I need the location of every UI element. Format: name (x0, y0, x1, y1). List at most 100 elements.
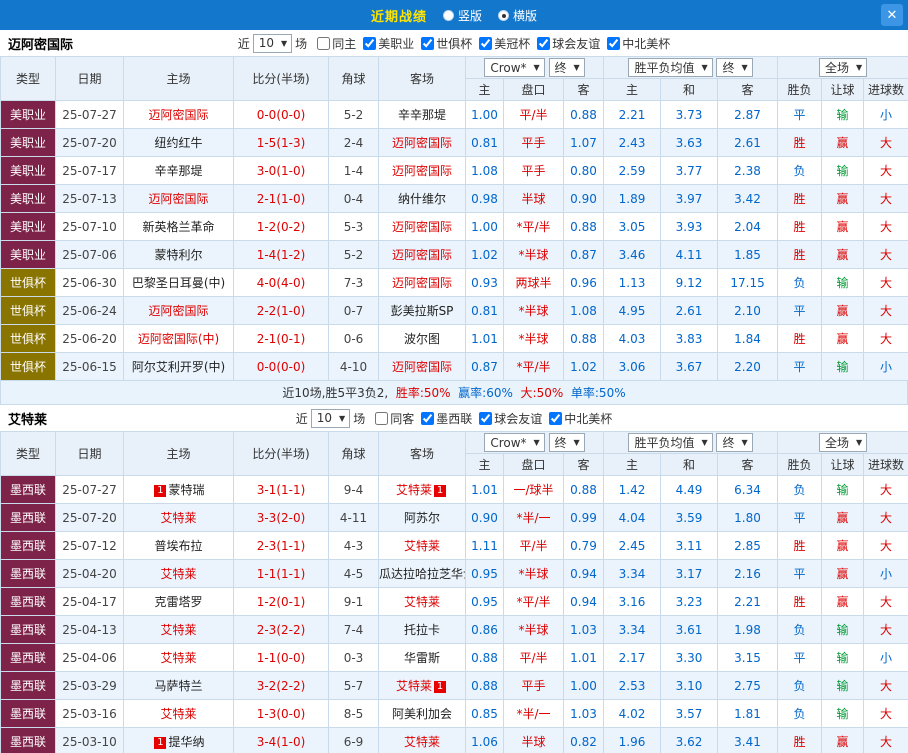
close-button[interactable]: ✕ (881, 4, 903, 26)
team-link[interactable]: 迈阿密国际 (392, 360, 452, 374)
team-link[interactable]: 蒙特利尔 (154, 248, 202, 262)
checkbox-icon[interactable] (375, 412, 388, 425)
match-scope-select[interactable]: 全场▼ (819, 58, 867, 77)
result-cell: 胜 (778, 728, 822, 753)
result-cell: 胜 (778, 129, 822, 157)
handicap-cell: 平手 (504, 129, 564, 157)
team-link[interactable]: 艾特莱 (160, 623, 196, 637)
layout-horizontal-option[interactable]: 横版 (498, 7, 537, 24)
checkbox-icon[interactable] (607, 37, 620, 50)
team-link[interactable]: 克雷塔罗 (154, 595, 202, 609)
home-team-cell: 1蒙特瑞 (124, 476, 234, 504)
games-count-select[interactable]: 10 ▼ (253, 34, 292, 53)
bookmaker-select[interactable]: Crow*▼ (484, 58, 544, 77)
checkbox-icon[interactable] (537, 37, 550, 50)
checkbox-icon[interactable] (363, 37, 376, 50)
handicap-stage-select[interactable]: 终▼ (549, 58, 585, 77)
team-link[interactable]: 纽约红牛 (154, 136, 202, 150)
bookmaker-select[interactable]: Crow*▼ (484, 433, 544, 452)
team-link[interactable]: 艾特莱 (396, 679, 432, 693)
filter-checkbox[interactable]: 球会友谊 (537, 35, 600, 52)
match-row: 墨西联25-04-06艾特莱1-1(0-0)0-3华雷斯0.88平/半1.012… (1, 644, 908, 672)
team-link[interactable]: 新英格兰革命 (142, 220, 214, 234)
near-label: 近 (238, 35, 250, 52)
checkbox-icon[interactable] (317, 37, 330, 50)
col-odds-away: 客 (718, 79, 778, 101)
wdl-average-select[interactable]: 胜平负均值▼ (628, 433, 712, 452)
home-team-cell: 迈阿密国际 (124, 101, 234, 129)
games-suffix-label: 场 (353, 410, 365, 427)
score-cell: 0-0(0-0) (234, 353, 329, 381)
team-link[interactable]: 波尔图 (404, 332, 440, 346)
team-link[interactable]: 迈阿密国际 (148, 192, 208, 206)
red-card-icon: 1 (434, 485, 446, 497)
date-cell: 25-07-13 (56, 185, 124, 213)
team-link[interactable]: 迈阿密国际 (392, 248, 452, 262)
team-link[interactable]: 马萨特兰 (154, 679, 202, 693)
ah-away-odds-cell: 0.88 (564, 213, 604, 241)
team-link[interactable]: 提华纳 (168, 735, 204, 749)
filter-checkbox[interactable]: 世俱杯 (421, 35, 472, 52)
team-link[interactable]: 迈阿密国际 (148, 108, 208, 122)
team-link[interactable]: 艾特莱 (160, 511, 196, 525)
corner-cell: 4-11 (329, 504, 379, 532)
team-link[interactable]: 艾特莱 (404, 539, 440, 553)
handicap-stage-select[interactable]: 终▼ (549, 433, 585, 452)
team-link[interactable]: 艾特莱 (396, 483, 432, 497)
team-link[interactable]: 迈阿密国际 (392, 164, 452, 178)
handicap-cell: *半球 (504, 241, 564, 269)
wdl-stage-select[interactable]: 终▼ (716, 433, 752, 452)
wdl-average-select[interactable]: 胜平负均值▼ (628, 58, 712, 77)
handicap-result-cell: 赢 (822, 504, 864, 532)
filter-checkbox[interactable]: 美冠杯 (479, 35, 530, 52)
team-link[interactable]: 迈阿密国际 (392, 220, 452, 234)
filter-checkbox[interactable]: 美职业 (363, 35, 414, 52)
team-link[interactable]: 艾特莱 (160, 651, 196, 665)
col-ah-home: 主 (466, 454, 504, 476)
match-scope-select[interactable]: 全场▼ (819, 433, 867, 452)
team-link[interactable]: 迈阿密国际 (392, 136, 452, 150)
team-link[interactable]: 迈阿密国际 (148, 304, 208, 318)
games-count-select[interactable]: 10 ▼ (311, 409, 350, 428)
filter-checkbox[interactable]: 中北美杯 (549, 410, 612, 427)
type-cell: 美职业 (1, 101, 56, 129)
filter-checkbox[interactable]: 同客 (375, 410, 414, 427)
team-link[interactable]: 艾特莱 (160, 567, 196, 581)
odds-draw-cell: 3.11 (661, 532, 718, 560)
checkbox-icon[interactable] (479, 412, 492, 425)
layout-vertical-option[interactable]: 竖版 (443, 7, 482, 24)
team-link[interactable]: 阿苏尔 (404, 511, 440, 525)
team-link[interactable]: 辛辛那堤 (154, 164, 202, 178)
checkbox-icon[interactable] (479, 37, 492, 50)
team-link[interactable]: 托拉卡 (404, 623, 440, 637)
team-link[interactable]: 普埃布拉 (154, 539, 202, 553)
wdl-stage-select[interactable]: 终▼ (716, 58, 752, 77)
checkbox-icon[interactable] (549, 412, 562, 425)
checkbox-icon[interactable] (421, 37, 434, 50)
team-link[interactable]: 辛辛那堤 (398, 108, 446, 122)
team-link[interactable]: 彭美拉斯SP (391, 304, 454, 318)
team-link[interactable]: 迈阿密国际(中) (138, 332, 219, 346)
filter-checkbox-label: 同客 (390, 410, 414, 427)
team-link[interactable]: 巴黎圣日耳曼(中) (132, 276, 225, 290)
team-link[interactable]: 艾特莱 (404, 735, 440, 749)
team-link[interactable]: 阿尔艾利开罗(中) (132, 360, 225, 374)
filter-checkbox[interactable]: 同主 (317, 35, 356, 52)
handicap-result-cell: 赢 (822, 325, 864, 353)
chevron-down-icon: ▼ (701, 63, 707, 72)
team-link[interactable]: 迈阿密国际 (392, 276, 452, 290)
checkbox-icon[interactable] (421, 412, 434, 425)
filter-checkbox[interactable]: 中北美杯 (607, 35, 670, 52)
team-link[interactable]: 阿美利加会 (392, 707, 452, 721)
filter-checkbox[interactable]: 墨西联 (421, 410, 472, 427)
team-link[interactable]: 华雷斯 (404, 651, 440, 665)
team-link[interactable]: 瓜达拉哈拉芝华士 (379, 567, 466, 581)
result-group: 全场▼ (778, 432, 908, 454)
team-link[interactable]: 艾特莱 (404, 595, 440, 609)
team-link[interactable]: 纳什维尔 (398, 192, 446, 206)
odds-away-cell: 2.75 (718, 672, 778, 700)
filter-checkbox[interactable]: 球会友谊 (479, 410, 542, 427)
team-link[interactable]: 蒙特瑞 (168, 483, 204, 497)
filter-checkbox-label: 美冠杯 (494, 35, 530, 52)
team-link[interactable]: 艾特莱 (160, 707, 196, 721)
